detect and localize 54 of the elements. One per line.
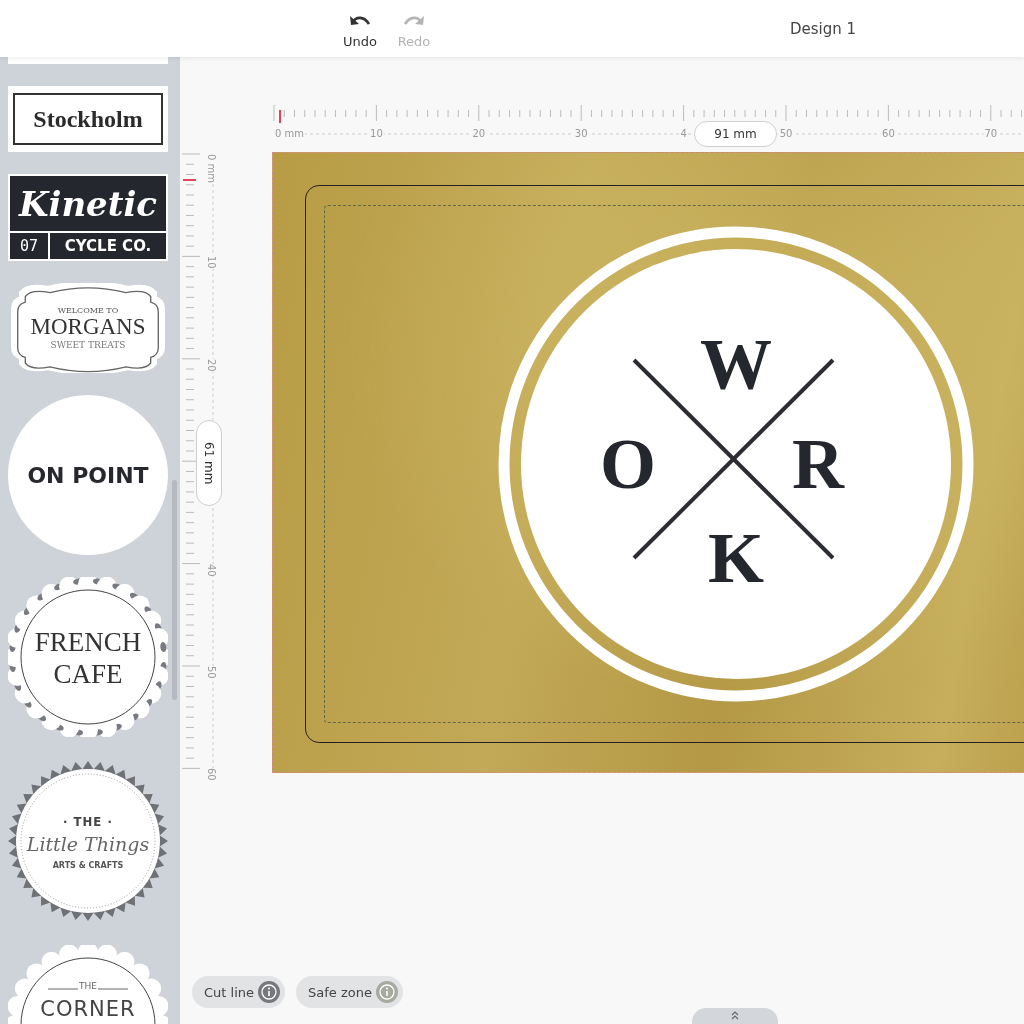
design-name: Design 1 (789, 19, 856, 38)
ruler-label: 20 (205, 358, 217, 372)
logo-letter: R (792, 428, 844, 500)
logo-text: CYCLE CO. (64, 237, 152, 255)
design-card[interactable]: W O R K (272, 152, 1024, 773)
logo-letter: K (708, 522, 764, 594)
template-thumbnail[interactable] (8, 57, 168, 64)
ruler-label: 60 (205, 768, 217, 782)
ruler-label: 50 (778, 128, 794, 140)
height-label: 61 mm (196, 420, 222, 506)
template-thumbnail[interactable]: ON POINT (8, 395, 168, 555)
safe-zone-toggle[interactable]: Safe zone (296, 976, 403, 1008)
ruler-label: 60 (881, 128, 896, 140)
ruler-label: 20 (471, 128, 487, 140)
template-thumbnail[interactable]: Kinetic 07 CYCLE CO. (8, 174, 168, 261)
expand-tab[interactable] (692, 1008, 778, 1024)
logo-text: CAFE (53, 658, 123, 691)
template-thumbnail[interactable]: FRENCH CAFE (8, 577, 168, 739)
ruler-label: 10 (369, 128, 384, 140)
ruler-label: 50 (205, 666, 217, 679)
logo-text: Little Things (26, 833, 150, 855)
width-label: 91 mm (694, 121, 777, 147)
logo-text: FRENCH (34, 625, 142, 658)
logo-text: ARTS & CRAFTS (52, 861, 124, 870)
logo-text: ON POINT (27, 462, 149, 488)
logo-badge[interactable] (496, 224, 976, 704)
ruler-label: 4 (679, 128, 688, 140)
logo-text: · THE · (63, 814, 113, 829)
logo-text: 07 (19, 237, 39, 255)
template-thumbnail[interactable]: · THE · Little Things ARTS & CRAFTS (8, 761, 168, 923)
logo-letter: W (700, 328, 772, 400)
ruler-label: 10 (205, 256, 217, 270)
scrollbar[interactable] (172, 480, 177, 700)
ruler-label: 30 (573, 128, 589, 140)
ruler-label: 0 mm (274, 128, 306, 140)
logo-text: THE (79, 981, 97, 991)
logo-text: CORNER (40, 997, 136, 1021)
ruler-label: 70 (983, 128, 999, 140)
logo-letter: O (600, 428, 656, 500)
ruler-label: 0 mm (205, 154, 217, 184)
logo-text: Kinetic (18, 183, 158, 224)
info-icon (258, 981, 280, 1003)
ruler-label: 40 (205, 563, 217, 577)
chevron-up-icon (730, 1010, 740, 1020)
logo-text: Stockholm (33, 105, 143, 133)
undo-button[interactable]: Undo (338, 4, 382, 53)
template-thumbnail[interactable]: Stockholm (8, 86, 168, 152)
logo-text: MORGANS (30, 315, 146, 340)
cut-line-toggle[interactable]: Cut line (192, 976, 285, 1008)
template-thumbnail[interactable]: WELCOME TO MORGANS SWEET TREATS (8, 283, 168, 373)
logo-text: SWEET TREATS (50, 339, 126, 350)
logo-text: WELCOME TO (57, 306, 119, 316)
info-icon (375, 981, 398, 1003)
template-thumbnail[interactable]: THE CORNER (8, 945, 168, 1024)
